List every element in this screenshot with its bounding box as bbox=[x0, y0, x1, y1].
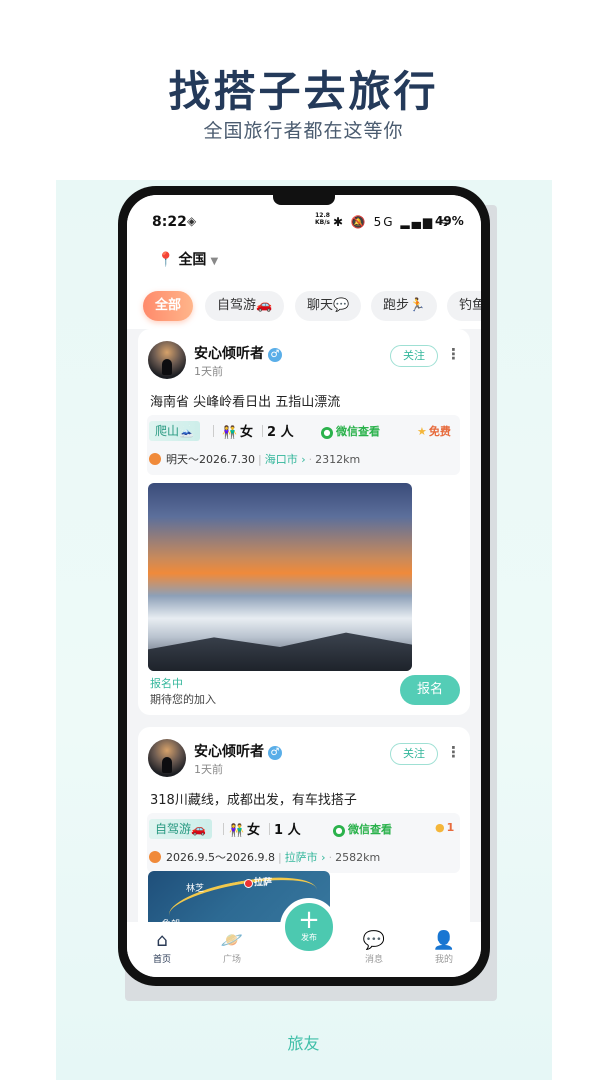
phone-screen: 8:22 ◈ 12.8 KB/s ✱ 🔕 5G ▂▄▆ ᯤ 49% 📍 全国 ▼ 全部… bbox=[127, 195, 481, 977]
chip-fishing[interactable]: 钓鱼 bbox=[447, 291, 481, 321]
post-text: 海南省 尖峰岭看日出 五指山漂流 bbox=[150, 395, 341, 410]
male-icon: ♂ bbox=[268, 746, 282, 760]
follow-button[interactable]: 关注 bbox=[390, 345, 438, 367]
post-card[interactable]: 安心倾听者 ♂ 1天前 关注 ⋮ 海南省 尖峰岭看日出 五指山漂流 爬山🗻 👫 女 … bbox=[138, 329, 470, 715]
tab-mine[interactable]: 👤 我的 bbox=[419, 930, 469, 965]
sync-icon: ◈ bbox=[187, 214, 197, 228]
people-requirement: 👫 女 bbox=[222, 425, 253, 440]
publish-button[interactable]: + 发布 bbox=[280, 898, 338, 956]
coin-badge: ● 1 bbox=[435, 821, 455, 834]
signup-button[interactable]: 报名 bbox=[400, 675, 460, 705]
location-label: 全国 bbox=[178, 252, 207, 268]
people-icon: 👫 bbox=[229, 823, 244, 837]
plus-icon: + bbox=[298, 905, 320, 935]
camera-notch bbox=[273, 195, 335, 205]
signup-status-sub: 期待您的加入 bbox=[150, 693, 216, 706]
people-count: 1 人 bbox=[274, 823, 301, 838]
people-icon: 👫 bbox=[222, 425, 237, 439]
promo-caption: 旅友 bbox=[287, 1034, 320, 1053]
coin-icon: ● bbox=[435, 821, 445, 834]
more-icon[interactable]: ⋮ bbox=[446, 345, 461, 363]
trip-dates: 2026.9.5～2026.9.8 bbox=[166, 851, 275, 864]
post-photo[interactable] bbox=[148, 483, 412, 671]
wechat-view-link[interactable]: ● 微信查看 bbox=[333, 821, 392, 837]
divider bbox=[269, 823, 270, 835]
trip-dates: 明天～2026.7.30 bbox=[166, 453, 255, 466]
status-time: 8:22 bbox=[152, 214, 187, 230]
avatar[interactable] bbox=[148, 739, 186, 777]
clock-icon bbox=[149, 851, 161, 863]
tab-messages[interactable]: 💬 消息 bbox=[349, 930, 399, 965]
star-icon: ★ bbox=[417, 425, 427, 438]
destination-city[interactable]: 海口市 › bbox=[265, 453, 306, 466]
chat-bubble-icon: 💬 bbox=[362, 930, 386, 951]
map-label: 林芝 bbox=[186, 884, 205, 894]
chip-road-trip[interactable]: 自驾游🚗 bbox=[205, 291, 285, 321]
promo-headline: 找搭子去旅行 bbox=[168, 67, 439, 116]
divider bbox=[213, 425, 214, 437]
location-pin-icon: 📍 bbox=[157, 252, 175, 268]
wechat-view-link[interactable]: ● 微信查看 bbox=[321, 423, 380, 439]
fee-badge: ★ 免费 bbox=[417, 425, 451, 438]
chip-running[interactable]: 跑步🏃 bbox=[371, 291, 438, 321]
tab-home[interactable]: ⌂ 首页 bbox=[137, 930, 187, 965]
category-chips: 全部 自驾游🚗 聊天💬 跑步🏃 钓鱼 bbox=[127, 285, 481, 329]
divider bbox=[223, 823, 224, 835]
post-time: 1天前 bbox=[194, 763, 223, 776]
people-requirement: 👫 女 bbox=[229, 823, 260, 838]
map-marker-icon bbox=[244, 879, 253, 888]
distance: 2312km bbox=[315, 453, 361, 466]
trip-info-box: 自驾游🚗 👫 女 1 人 ● 微信查看 ● 1 2026.9.5～2026.9.8 | 拉… bbox=[147, 813, 460, 873]
people-count: 2 人 bbox=[267, 425, 294, 440]
follow-button[interactable]: 关注 bbox=[390, 743, 438, 765]
divider bbox=[262, 425, 263, 437]
more-icon[interactable]: ⋮ bbox=[446, 743, 461, 761]
planet-icon: 🪐 bbox=[220, 930, 244, 951]
date-row: 明天～2026.7.30 | 海口市 › · 2312km bbox=[149, 451, 360, 467]
male-icon: ♂ bbox=[268, 348, 282, 362]
chip-all[interactable]: 全部 bbox=[143, 291, 194, 321]
date-row: 2026.9.5～2026.9.8 | 拉萨市 › · 2582km bbox=[149, 849, 380, 865]
destination-city[interactable]: 拉萨市 › bbox=[285, 851, 326, 864]
chip-chat[interactable]: 聊天💬 bbox=[295, 291, 362, 321]
tab-square[interactable]: 🪐 广场 bbox=[207, 930, 257, 965]
wechat-icon: ● bbox=[321, 427, 333, 439]
post-text: 318川藏线，成都出发，有车找搭子 bbox=[150, 793, 357, 808]
battery-level: 49% bbox=[435, 214, 464, 228]
location-selector[interactable]: 📍 全国 ▼ bbox=[157, 249, 218, 269]
username[interactable]: 安心倾听者 ♂ bbox=[194, 343, 282, 363]
user-icon: 👤 bbox=[432, 930, 456, 951]
clock-icon bbox=[149, 453, 161, 465]
post-time: 1天前 bbox=[194, 365, 223, 378]
activity-tag: 爬山🗻 bbox=[149, 421, 200, 441]
avatar[interactable] bbox=[148, 341, 186, 379]
signup-status: 报名中 bbox=[150, 677, 183, 690]
promo-subline: 全国旅行者都在这等你 bbox=[203, 120, 404, 142]
caret-down-icon: ▼ bbox=[210, 256, 219, 267]
map-label: 拉萨 bbox=[254, 878, 273, 888]
distance: 2582km bbox=[335, 851, 381, 864]
activity-tag: 自驾游🚗 bbox=[149, 819, 212, 839]
trip-info-box: 爬山🗻 👫 女 2 人 ● 微信查看 ★ 免费 明天～2026.7.30 | 海口市 › ·… bbox=[147, 415, 460, 475]
username[interactable]: 安心倾听者 ♂ bbox=[194, 741, 282, 761]
home-icon: ⌂ bbox=[156, 930, 168, 951]
wechat-icon: ● bbox=[333, 825, 345, 837]
top-bar: 📍 全国 ▼ bbox=[127, 235, 481, 285]
phone-frame: 8:22 ◈ 12.8 KB/s ✱ 🔕 5G ▂▄▆ ᯤ 49% 📍 全国 ▼ 全部… bbox=[118, 186, 490, 986]
network-speed: 12.8 KB/s bbox=[315, 212, 330, 226]
